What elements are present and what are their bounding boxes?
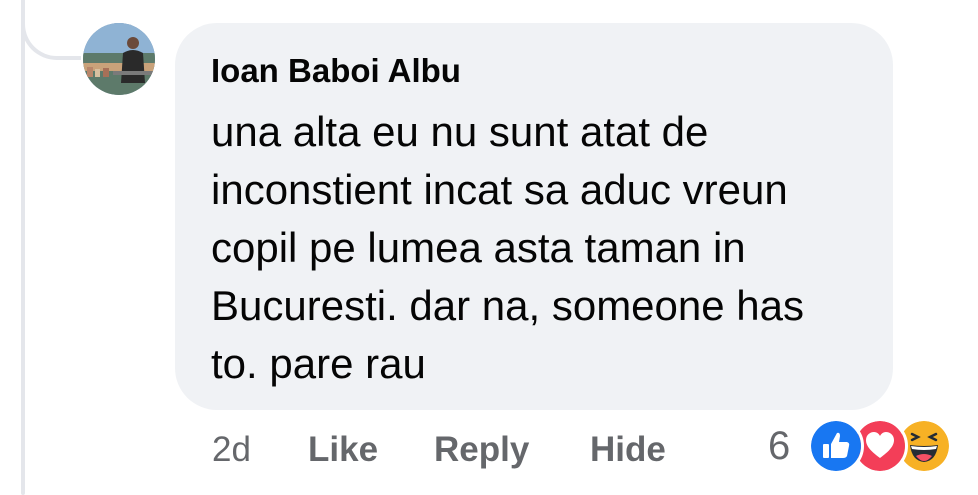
like-button[interactable]: Like bbox=[308, 430, 378, 470]
reaction-summary[interactable] bbox=[808, 418, 958, 474]
comment-timestamp[interactable]: 2d bbox=[212, 430, 251, 470]
reply-thread-connector bbox=[21, 0, 81, 60]
comment-text: una alta eu nu sunt atat de inconstient … bbox=[211, 103, 871, 393]
reply-thread-line bbox=[21, 0, 25, 495]
comment-text-line: inconstient incat sa aduc vreun bbox=[211, 166, 788, 213]
comment-bubble: Ioan Baboi Albu una alta eu nu sunt atat… bbox=[175, 23, 893, 410]
comment-text-line: copil pe lumea asta taman in bbox=[211, 224, 746, 271]
comment-author[interactable]: Ioan Baboi Albu bbox=[211, 52, 461, 90]
comment-text-line: una alta eu nu sunt atat de bbox=[211, 108, 709, 155]
comment-text-line: Bucuresti. dar na, someone has bbox=[211, 282, 805, 329]
comment-text-line: to. pare rau bbox=[211, 340, 426, 387]
hide-button[interactable]: Hide bbox=[590, 430, 666, 470]
reaction-count[interactable]: 6 bbox=[768, 424, 790, 469]
reply-button[interactable]: Reply bbox=[434, 430, 529, 470]
like-icon bbox=[808, 418, 864, 474]
avatar[interactable] bbox=[83, 23, 155, 95]
